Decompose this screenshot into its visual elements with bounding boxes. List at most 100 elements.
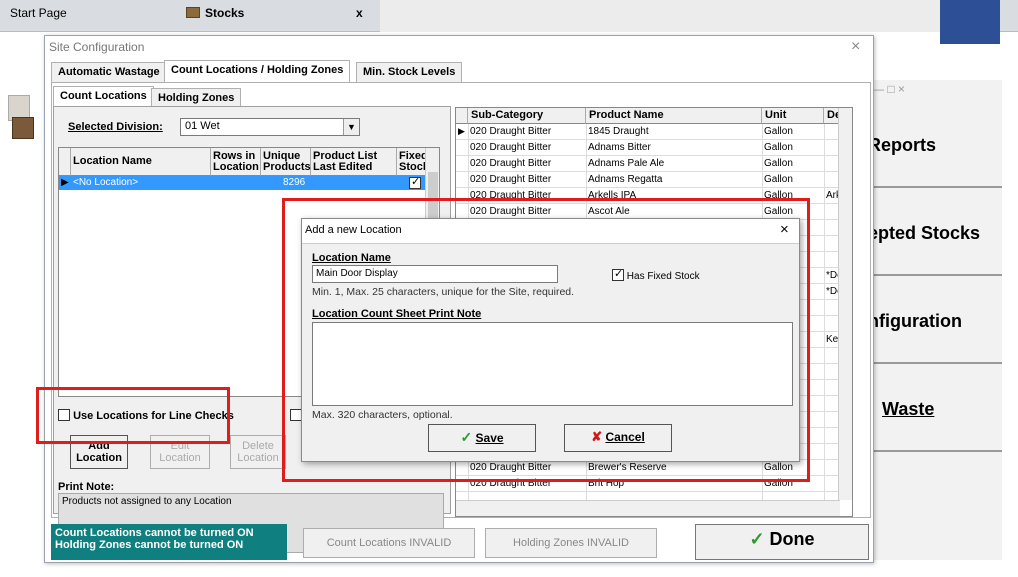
unique-products-cell: 8296	[283, 177, 306, 188]
fixed-stock-checkbox[interactable]	[612, 267, 624, 281]
product-grid-hscrollbar[interactable]	[456, 500, 840, 516]
col-fixed-stock[interactable]: Fixed Stock	[397, 148, 429, 176]
line-checks-option[interactable]: Use Locations for Line Checks	[58, 409, 234, 422]
col-unique-products[interactable]: Unique Products	[261, 148, 311, 176]
sub-category-cell: 020 Draught Bitter	[470, 478, 552, 489]
location-name-label: Location Name	[312, 252, 391, 264]
fixed-stock-label: Has Fixed Stock	[626, 271, 700, 282]
close-tab-icon[interactable]: x	[356, 6, 363, 20]
print-note-textarea[interactable]	[312, 322, 793, 406]
table-row[interactable]: 020 Draught Bitter Adnams Regatta Gallon	[456, 172, 840, 188]
tab-stocks[interactable]: Stocks	[186, 6, 244, 20]
status-message: Count Locations cannot be turned ON Hold…	[51, 524, 287, 560]
add-location-dialog: Add a new Location × Location Name Main …	[301, 218, 800, 462]
row-indicator-header	[456, 108, 468, 124]
location-name-hint: Min. 1, Max. 25 characters, unique for t…	[312, 286, 575, 298]
tab-stocks-label: Stocks	[205, 6, 245, 20]
division-label: Selected Division:	[68, 121, 163, 133]
line-checks-label: Use Locations for Line Checks	[73, 410, 234, 422]
chevron-down-icon[interactable]: ▼	[343, 119, 359, 135]
product-name-cell: Adnams Bitter	[588, 142, 651, 153]
table-row[interactable]: 020 Draught Bitter 1845 Draught Gallon	[456, 124, 840, 140]
unit-cell: Gallon	[764, 190, 793, 201]
col-sub-category[interactable]: Sub-Category	[468, 108, 586, 124]
print-note-label: Location Count Sheet Print Note	[312, 308, 482, 320]
location-name-cell: <No Location>	[73, 177, 139, 188]
unit-cell: Gallon	[764, 206, 793, 217]
window-title: Site Configuration	[49, 40, 145, 54]
sub-category-cell: 020 Draught Bitter	[470, 174, 552, 185]
table-row[interactable]: 020 Draught Bitter Adnams Pale Ale Gallon	[456, 156, 840, 172]
sub-category-cell: 020 Draught Bitter	[470, 158, 552, 169]
unit-cell: Gallon	[764, 174, 793, 185]
col-location-name[interactable]: Location Name	[71, 148, 211, 176]
unit-cell: Gallon	[764, 478, 793, 489]
col-product-list-last-edited[interactable]: Product List Last Edited	[311, 148, 397, 176]
edit-location-button[interactable]: Edit Location	[150, 435, 210, 469]
sub-category-cell: 020 Draught Bitter	[470, 190, 552, 201]
tab-count-locations[interactable]: Count Locations	[53, 86, 154, 108]
add-location-button[interactable]: Add Location	[70, 435, 128, 469]
cancel-button[interactable]: ✘ Cancel	[564, 424, 672, 452]
edit-location-line1: Edit	[170, 440, 190, 452]
status-line-2: Holding Zones cannot be turned ON	[55, 539, 244, 551]
tab-automatic-wastage[interactable]: Automatic Wastage	[51, 62, 167, 82]
product-name-cell: Adnams Pale Ale	[588, 158, 665, 169]
save-button[interactable]: ✓ Save	[428, 424, 536, 452]
done-label: Done	[769, 529, 815, 549]
division-dropdown[interactable]: 01 Wet ▼	[180, 118, 360, 136]
delete-location-line2: Location	[237, 452, 279, 464]
product-name-cell: Ascot Ale	[588, 206, 630, 217]
table-row[interactable]: 020 Draught Bitter Adnams Bitter Gallon	[456, 140, 840, 156]
table-row[interactable]: 020 Draught BitterArkells IPAGallonArke	[456, 188, 840, 204]
holding-zones-invalid-button[interactable]: Holding Zones INVALID	[485, 528, 657, 558]
reports-button[interactable]: Reports	[862, 104, 1002, 188]
col-unit[interactable]: Unit	[762, 108, 824, 124]
sub-category-cell: 020 Draught Bitter	[470, 462, 552, 473]
row-pointer-icon: ▶	[61, 177, 69, 188]
dialog-close-icon[interactable]: ×	[780, 221, 789, 238]
fixed-stock-checkbox[interactable]	[409, 175, 421, 189]
dialog-title: Add a new Location	[305, 224, 402, 236]
location-name-input[interactable]: Main Door Display	[312, 265, 558, 283]
waste-button[interactable]: Waste	[862, 368, 1002, 452]
row-pointer-icon: ▶	[458, 126, 465, 136]
status-line-1: Count Locations cannot be turned ON	[55, 527, 254, 539]
done-button[interactable]: ✓ Done	[695, 524, 869, 560]
sub-category-cell: 020 Draught Bitter	[470, 206, 552, 217]
col-product-name[interactable]: Product Name	[586, 108, 762, 124]
tab-bar-empty-area	[380, 0, 940, 32]
count-locations-invalid-button[interactable]: Count Locations INVALID	[303, 528, 475, 558]
table-row[interactable]: ▶ <No Location> 8296	[59, 175, 427, 190]
sub-category-cell: 020 Draught Bitter	[470, 142, 552, 153]
check-icon: ✓	[749, 529, 765, 549]
product-name-cell: Brewer's Reserve	[588, 462, 667, 473]
line-checks-checkbox[interactable]	[58, 409, 70, 421]
tab-start-page[interactable]: Start Page	[10, 6, 67, 20]
tab-holding-zones[interactable]: Holding Zones	[151, 88, 242, 108]
edit-location-line2: Location	[159, 452, 201, 464]
unit-cell: Gallon	[764, 462, 793, 473]
window-close-icon[interactable]: ×	[851, 38, 860, 56]
col-rows-in-location[interactable]: Rows in Location	[211, 148, 261, 176]
delete-location-button[interactable]: Delete Location	[230, 435, 286, 469]
product-name-cell: 1845 Draught	[588, 126, 649, 137]
print-note-hint: Max. 320 characters, optional.	[312, 409, 453, 421]
row-indicator-header	[59, 148, 71, 176]
stocks-icon	[186, 7, 200, 18]
product-name-cell: Brit Hop	[588, 478, 625, 489]
configuration-button[interactable]: nfiguration	[862, 280, 1002, 364]
division-value: 01 Wet	[185, 120, 220, 132]
close-icon: ✘	[591, 429, 603, 444]
fixed-stock-option[interactable]: Has Fixed Stock	[612, 267, 700, 282]
print-note-label: Print Note:	[58, 481, 115, 493]
product-grid-vscrollbar[interactable]	[838, 108, 852, 500]
tab-count-locations-holding-zones[interactable]: Count Locations / Holding Zones	[164, 60, 351, 82]
product-name-cell: Arkells IPA	[588, 190, 637, 201]
accepted-stocks-button[interactable]: epted Stocks	[862, 192, 1002, 276]
table-row[interactable]: 020 Draught Bitter Brewer's Reserve Gallon	[456, 460, 840, 476]
tab-min-stock-levels[interactable]: Min. Stock Levels	[356, 62, 463, 82]
product-name-cell: Adnams Regatta	[588, 174, 663, 185]
background-window-controls: — □ ×	[872, 82, 905, 96]
table-row[interactable]: 020 Draught Bitter Brit Hop Gallon	[456, 476, 840, 492]
